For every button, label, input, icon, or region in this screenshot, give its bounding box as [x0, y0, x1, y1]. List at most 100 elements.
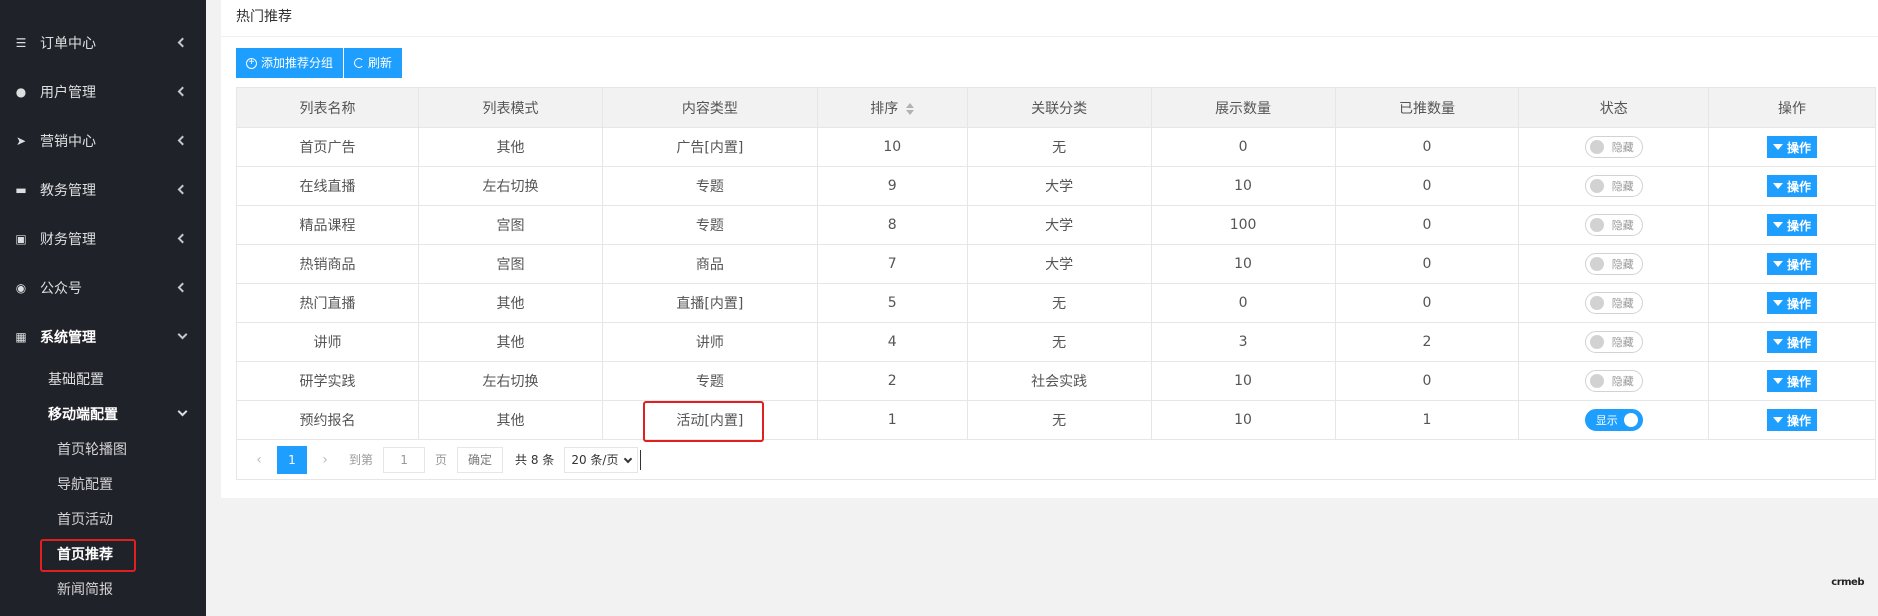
content-card: 热门推荐 + 添加推荐分组 刷新 列表名称 列表模式 内容类型 排序 关联分类 … [221, 0, 1878, 498]
toggle-label: 隐藏 [1611, 336, 1634, 349]
table-cell-sort: 2 [816, 361, 968, 401]
per-page-select[interactable]: 20 条/页 [564, 446, 639, 473]
table-row: 研学实践 左右切换 专题 2 社会实践 10 0 隐藏 操作 [236, 361, 1877, 401]
table-cell-sort: 1 [816, 400, 968, 440]
status-toggle[interactable]: 隐藏 [1584, 253, 1643, 275]
sidebar-item-system[interactable]: ▦ 系统管理 [0, 312, 206, 361]
operation-label: 操作 [1786, 179, 1811, 194]
table-row: 精品课程 宫图 专题 8 大学 100 0 隐藏 操作 [236, 205, 1877, 245]
operation-dropdown-button[interactable]: 操作 [1766, 292, 1817, 314]
table-row: 首页广告 其他 广告[内置] 10 无 0 0 隐藏 操作 [236, 127, 1877, 167]
sidebar-leaf-nav-config[interactable]: 导航配置 [0, 466, 206, 501]
table-cell-status: 隐藏 [1518, 361, 1709, 401]
status-toggle[interactable]: 隐藏 [1584, 292, 1643, 314]
sidebar-leaf-label: 首页活动 [57, 511, 113, 528]
table-cell-pushed: 2 [1334, 322, 1520, 362]
operation-dropdown-button[interactable]: 操作 [1766, 253, 1817, 275]
table-cell-sort: 5 [816, 283, 968, 323]
grid-icon: ▦ [15, 329, 27, 344]
wechat-icon: ◉ [15, 280, 27, 295]
goto-confirm-button[interactable]: 确定 [457, 446, 504, 473]
status-toggle[interactable]: 隐藏 [1584, 331, 1643, 353]
table-cell-mode: 其他 [418, 283, 603, 323]
operation-dropdown-button[interactable]: 操作 [1766, 136, 1817, 158]
operation-dropdown-button[interactable]: 操作 [1766, 214, 1817, 236]
chevron-left-icon [177, 86, 188, 96]
sidebar-sub-label: 移动端配置 [48, 406, 118, 423]
page-number-current[interactable]: 1 [277, 445, 307, 474]
sidebar-item-wechat[interactable]: ◉ 公众号 [0, 263, 206, 312]
sidebar-item-label: 营销中心 [40, 133, 96, 150]
caret-down-icon [1772, 261, 1783, 267]
table-cell-status: 隐藏 [1518, 283, 1709, 323]
status-toggle[interactable]: 隐藏 [1584, 175, 1643, 197]
status-toggle[interactable]: 隐藏 [1584, 136, 1643, 158]
toggle-knob [1589, 140, 1604, 154]
sidebar-sub-basic-config[interactable]: 基础配置 [0, 361, 206, 396]
table-cell-mode: 宫图 [418, 205, 603, 245]
sidebar-item-label: 系统管理 [40, 329, 96, 346]
operation-dropdown-button[interactable]: 操作 [1766, 331, 1817, 353]
table-cell-sort: 10 [816, 127, 968, 167]
refresh-button[interactable]: 刷新 [344, 48, 403, 78]
next-page-icon[interactable]: › [315, 452, 335, 468]
status-toggle[interactable]: 隐藏 [1584, 214, 1643, 236]
caret-down-icon [1772, 417, 1783, 423]
table-row: 在线直播 左右切换 专题 9 大学 10 0 隐藏 操作 [236, 166, 1877, 206]
toggle-label: 隐藏 [1611, 258, 1634, 271]
sidebar-item-orders[interactable]: ☰ 订单中心 [0, 18, 206, 67]
table-cell-pushed: 0 [1334, 283, 1520, 323]
caret-down-icon [1772, 183, 1783, 189]
money-icon: ▣ [15, 231, 27, 246]
table-cell-status: 隐藏 [1518, 205, 1709, 245]
table-cell-op: 操作 [1707, 361, 1877, 401]
sort-icon[interactable] [906, 102, 915, 115]
sidebar-sub-mobile-config[interactable]: 移动端配置 [0, 396, 206, 431]
sidebar-leaf-news[interactable]: 新闻简报 [0, 571, 206, 606]
chevron-left-icon [177, 184, 188, 194]
table-cell-pushed: 0 [1334, 205, 1520, 245]
table-header-row: 列表名称 列表模式 内容类型 排序 关联分类 展示数量 已推数量 状态 操作 [236, 87, 1877, 128]
toolbar: + 添加推荐分组 刷新 [236, 48, 403, 78]
table-cell-sort: 9 [816, 166, 968, 206]
sidebar-sub-label: 基础配置 [48, 371, 104, 388]
sidebar-leaf-home-recommend[interactable]: 首页推荐 [0, 536, 206, 572]
sidebar-item-academic[interactable]: ▬ 教务管理 [0, 165, 206, 214]
table-cell-show: 10 [1150, 361, 1336, 401]
sidebar-leaf-home-activity[interactable]: 首页活动 [0, 501, 206, 536]
sidebar-item-marketing[interactable]: ➤ 营销中心 [0, 116, 206, 165]
sidebar-leaf-home-banner[interactable]: 首页轮播图 [0, 431, 206, 466]
table-cell-pushed: 0 [1334, 127, 1520, 167]
toggle-knob [1589, 218, 1604, 232]
toggle-knob [1589, 335, 1604, 349]
operation-dropdown-button[interactable]: 操作 [1766, 409, 1817, 431]
sidebar-item-users[interactable]: ● 用户管理 [0, 67, 206, 116]
operation-dropdown-button[interactable]: 操作 [1766, 370, 1817, 392]
table-cell-name: 热销商品 [236, 244, 419, 284]
table-cell-sort: 8 [816, 205, 968, 245]
table-cell-show: 10 [1150, 166, 1336, 206]
table-cell-op: 操作 [1707, 322, 1877, 362]
prev-page-icon[interactable]: ‹ [249, 452, 269, 468]
table-cell-type: 广告[内置] [601, 127, 818, 167]
status-toggle[interactable]: 隐藏 [1584, 370, 1643, 392]
table-cell-pushed: 0 [1334, 166, 1520, 206]
add-group-label: 添加推荐分组 [261, 56, 334, 70]
table-cell-cat: 大学 [966, 244, 1152, 284]
sidebar-item-label: 订单中心 [40, 35, 96, 52]
sidebar-item-finance[interactable]: ▣ 财务管理 [0, 214, 206, 263]
table-cell-name: 热门直播 [236, 283, 419, 323]
status-toggle[interactable]: 显示 [1584, 409, 1643, 431]
col-header: 操作 [1707, 87, 1877, 128]
table-cell-cat: 无 [966, 322, 1152, 362]
add-group-button[interactable]: + 添加推荐分组 [236, 48, 344, 78]
list-icon: ☰ [15, 35, 27, 50]
goto-page-input[interactable]: 1 [383, 446, 426, 473]
sidebar: ☰ 订单中心 ● 用户管理 ➤ 营销中心 ▬ 教务管理 ▣ 财务管理 ◉ 公众号… [0, 0, 206, 616]
sidebar-item-label: 用户管理 [40, 84, 96, 101]
operation-dropdown-button[interactable]: 操作 [1766, 175, 1817, 197]
col-header-sort[interactable]: 排序 [816, 87, 968, 128]
total-count: 共 8 条 [515, 453, 555, 467]
operation-label: 操作 [1786, 374, 1811, 389]
operation-label: 操作 [1786, 335, 1811, 350]
